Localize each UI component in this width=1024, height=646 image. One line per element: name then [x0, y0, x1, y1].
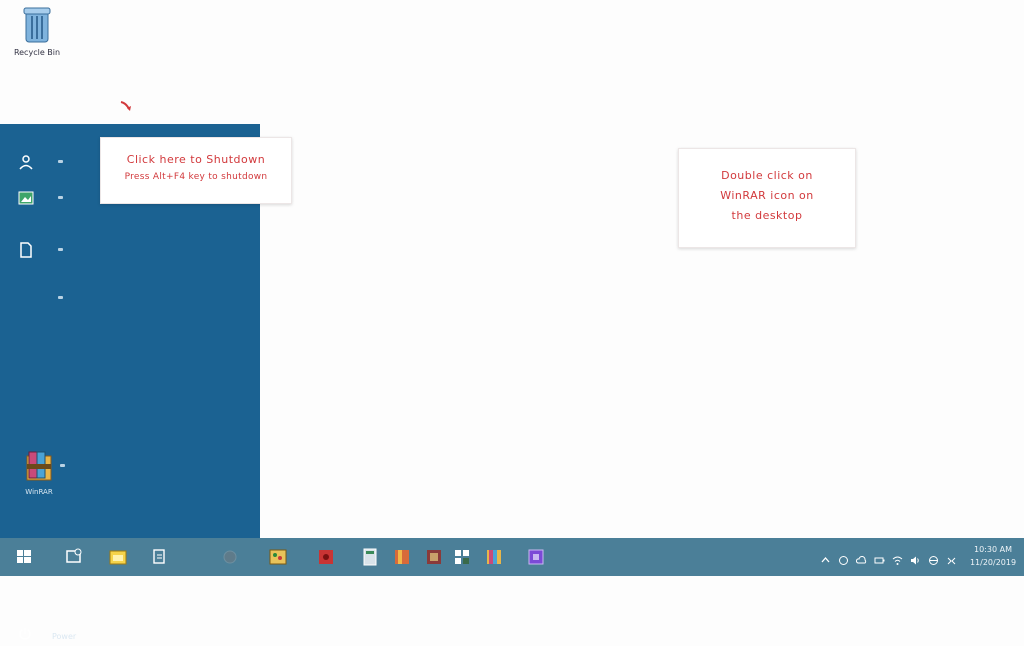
- archive-icon: [24, 450, 54, 482]
- windows-start-icon: [17, 550, 31, 563]
- rail-item-indicator: [58, 196, 63, 199]
- file-explorer-icon[interactable]: [108, 547, 128, 567]
- taskbar: 10:30 AM 11/20/2019: [0, 538, 1024, 576]
- battery-icon[interactable]: [874, 551, 885, 564]
- image-icon: [18, 190, 34, 206]
- callout-shutdown: Click here to Shutdown Press Alt+F4 key …: [100, 137, 292, 204]
- start-app-label: WinRAR: [25, 488, 53, 496]
- power-button[interactable]: Power: [18, 624, 218, 646]
- rail-item-indicator: [58, 160, 63, 163]
- language-icon[interactable]: [928, 551, 939, 565]
- clock-time: 10:30 AM: [974, 545, 1012, 554]
- chevron-up-icon[interactable]: [820, 551, 831, 563]
- rail-item-indicator: [58, 248, 63, 251]
- pointer-arrow-icon: [120, 100, 132, 114]
- power-label: Power: [52, 632, 77, 641]
- start-app-tile[interactable]: WinRAR: [8, 450, 70, 496]
- rail-item-pictures[interactable]: [18, 188, 64, 210]
- user-icon: [18, 154, 34, 170]
- callout-winrar: Double click on WinRAR icon on the deskt…: [678, 148, 856, 248]
- rail-item-documents[interactable]: [18, 240, 64, 262]
- callout-text: Click here to Shutdown: [126, 153, 266, 166]
- desktop-icon-recycle-bin[interactable]: Recycle Bin: [6, 6, 68, 57]
- app-icon[interactable]: [526, 547, 546, 567]
- rail-item-settings[interactable]: [18, 288, 64, 310]
- start-button[interactable]: [12, 546, 36, 568]
- power-icon: [18, 626, 32, 640]
- paint-icon[interactable]: [268, 547, 288, 567]
- wifi-icon[interactable]: [892, 551, 903, 565]
- volume-icon[interactable]: [910, 551, 921, 565]
- rail-item-user[interactable]: [18, 152, 64, 174]
- security-icon[interactable]: [838, 551, 849, 565]
- cloud-icon[interactable]: [856, 551, 867, 564]
- notification-icon[interactable]: [946, 551, 957, 565]
- recorder-icon[interactable]: [316, 547, 336, 567]
- archive-icon[interactable]: [484, 547, 504, 567]
- callout-text: the desktop: [731, 209, 803, 222]
- calculator-icon[interactable]: [360, 547, 380, 567]
- clock-date: 11/20/2019: [969, 558, 1017, 567]
- settings-icon[interactable]: [424, 547, 444, 567]
- search-icon[interactable]: [150, 547, 170, 567]
- app-tile-indicator: [60, 464, 65, 467]
- winrar-icon[interactable]: [392, 547, 412, 567]
- task-view-icon[interactable]: [64, 547, 84, 567]
- recycle-bin-icon: [22, 6, 52, 44]
- callout-text: WinRAR icon on: [720, 189, 814, 202]
- callout-text: Double click on: [721, 169, 813, 182]
- network-icon[interactable]: [452, 547, 472, 567]
- desktop-icon-label: Recycle Bin: [13, 48, 61, 57]
- clock[interactable]: 10:30 AM 11/20/2019: [968, 543, 1018, 569]
- document-icon: [18, 242, 34, 258]
- callout-text: Press Alt+F4 key to shutdown: [124, 172, 268, 182]
- rail-item-indicator: [58, 296, 63, 299]
- media-player-icon[interactable]: [220, 547, 240, 567]
